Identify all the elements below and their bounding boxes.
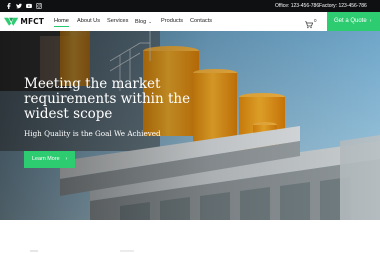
cart-button[interactable]: 0 [305, 16, 317, 29]
nav-products-label: Products [161, 18, 184, 24]
hero-subheading: High Quality is the Goal We Achieved [24, 129, 161, 138]
youtube-icon[interactable] [24, 0, 34, 12]
get-a-quote-button[interactable]: Get a Quote › [327, 12, 380, 31]
active-indicator [54, 26, 69, 27]
cart-count: 0 [314, 18, 317, 23]
brand-name: MFCT [20, 17, 44, 26]
top-bar: Office: 123-456-786 Factory: 123-456-786 [0, 0, 380, 12]
nav-home[interactable]: Home [54, 12, 69, 31]
nav-contacts[interactable]: Contacts [190, 12, 212, 31]
cart-icon [305, 21, 314, 29]
arrow-right-icon: › [65, 156, 68, 162]
divider [120, 250, 134, 252]
brand-logo[interactable]: MFCT [4, 15, 44, 28]
nav-products[interactable]: Products [161, 12, 183, 31]
content-section [0, 220, 380, 253]
main-navbar: MFCT Home About Us Services Blog ⌄ Produc… [0, 12, 380, 31]
nav-about-us-label: About Us [77, 18, 101, 24]
arrow-right-icon: › [369, 18, 372, 24]
nav-home-label: Home [54, 18, 69, 24]
instagram-icon[interactable] [34, 0, 44, 12]
learn-more-button[interactable]: Learn More › [24, 151, 75, 168]
twitter-icon[interactable] [14, 0, 24, 12]
office-phone: Office: 123-456-786 [275, 3, 320, 9]
nav-contacts-label: Contacts [190, 18, 213, 24]
nav-blog[interactable]: Blog ⌄ [135, 12, 152, 31]
chevron-down-icon: ⌄ [148, 19, 152, 24]
nav-services[interactable]: Services [107, 12, 128, 31]
hero-section: Meeting the market requirements within t… [0, 31, 380, 220]
nav-blog-label: Blog [135, 19, 147, 25]
facebook-icon[interactable] [4, 0, 14, 12]
nav-about-us[interactable]: About Us [77, 12, 100, 31]
divider [30, 250, 38, 252]
factory-phone: Factory: 123-456-786 [319, 3, 367, 9]
get-a-quote-label: Get a Quote [334, 18, 367, 24]
hero-background-image [0, 31, 380, 220]
nav-services-label: Services [107, 18, 129, 24]
hero-headline: Meeting the market requirements within t… [24, 76, 191, 122]
logo-mark-icon [4, 17, 19, 26]
learn-more-label: Learn More [32, 156, 60, 162]
